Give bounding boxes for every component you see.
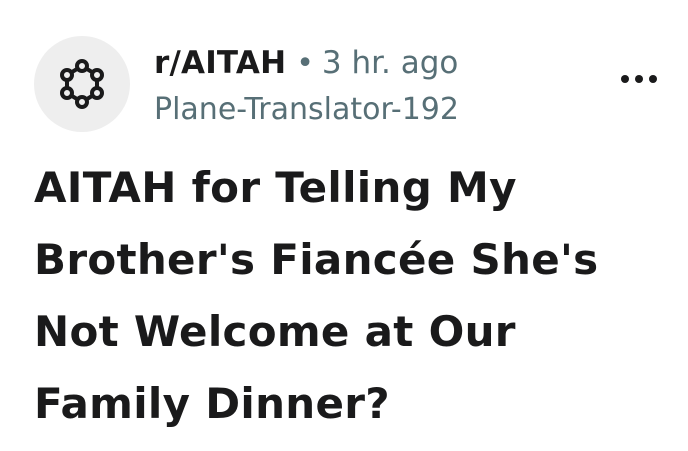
- meta-separator: •: [296, 45, 314, 81]
- subreddit-network-icon: [60, 59, 104, 109]
- more-options-button[interactable]: [614, 64, 664, 94]
- subreddit-avatar[interactable]: [34, 36, 130, 132]
- more-options-icon: [635, 75, 643, 83]
- post-meta-line: r/AITAH • 3 hr. ago: [154, 38, 459, 88]
- post-title[interactable]: AITAH for Telling My Brother's Fiancée S…: [34, 152, 654, 440]
- more-options-icon: [621, 75, 629, 83]
- post-header: r/AITAH • 3 hr. ago Plane-Translator-192: [34, 36, 664, 136]
- post-timestamp: 3 hr. ago: [321, 45, 459, 81]
- post-meta: r/AITAH • 3 hr. ago Plane-Translator-192: [154, 38, 459, 132]
- more-options-icon: [649, 75, 657, 83]
- author-link[interactable]: Plane-Translator-192: [154, 88, 459, 132]
- subreddit-link[interactable]: r/AITAH: [154, 45, 286, 81]
